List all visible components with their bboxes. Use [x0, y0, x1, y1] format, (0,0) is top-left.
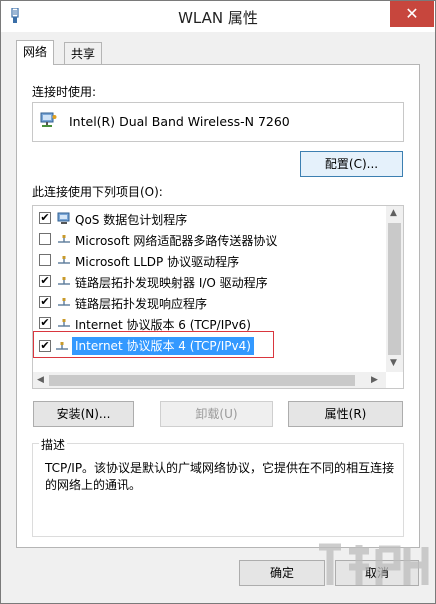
network-adapter-icon [40, 112, 57, 127]
scroll-right-icon[interactable]: ▶ [371, 375, 378, 385]
tab-network[interactable]: 网络 [16, 40, 55, 65]
list-item-label: Microsoft LLDP 协议驱动程序 [75, 255, 240, 269]
items-section-label: 此连接使用下列项目(O): [32, 185, 163, 199]
checkbox[interactable] [39, 233, 51, 245]
checkbox[interactable]: ✔ [39, 296, 51, 308]
list-item[interactable]: ✔ 链路层拓扑发现响应程序 [33, 292, 383, 313]
adapter-box: Intel(R) Dual Band Wireless-N 7260 [32, 102, 404, 142]
list-item[interactable]: Microsoft LLDP 协议驱动程序 [33, 250, 383, 271]
protocol-icon [58, 235, 70, 243]
qos-scheduler-icon [57, 212, 70, 224]
checkbox[interactable]: ✔ [39, 275, 51, 287]
checkbox[interactable] [39, 254, 51, 266]
list-item-label: 链路层拓扑发现响应程序 [75, 297, 208, 311]
watermark-logo [319, 543, 429, 585]
properties-window: WLAN 属性 ✕ 网络 共享 连接时使用: Intel(R) Dual Ban… [0, 0, 436, 604]
list-item[interactable]: ✔ 链路层拓扑发现映射器 I/O 驱动程序 [33, 271, 383, 292]
highlight-outline [33, 331, 274, 358]
window-title: WLAN 属性 [178, 9, 258, 27]
list-item-label: QoS 数据包计划程序 [75, 213, 188, 227]
scroll-up-icon[interactable]: ▲ [390, 208, 397, 218]
close-button[interactable]: ✕ [390, 1, 434, 27]
title-bar[interactable]: WLAN 属性 ✕ [1, 1, 435, 32]
list-item[interactable]: ✔ QoS 数据包计划程序 [33, 208, 383, 229]
list-item[interactable]: Microsoft 网络适配器多路传送器协议 [33, 229, 383, 250]
connect-using-label: 连接时使用: [32, 85, 97, 99]
scroll-down-icon[interactable]: ▼ [390, 358, 397, 368]
components-list[interactable]: ✔ QoS 数据包计划程序 Microsoft 网络适配器多路传送器协议 Mic… [32, 205, 404, 389]
uninstall-button[interactable]: 卸载(U) [160, 401, 273, 427]
adapter-name: Intel(R) Dual Band Wireless-N 7260 [69, 114, 290, 129]
description-title: 描述 [39, 436, 68, 453]
protocol-icon [58, 298, 70, 306]
list-item-label: Microsoft 网络适配器多路传送器协议 [75, 234, 278, 248]
vertical-scrollbar[interactable]: ▲ ▼ [386, 206, 403, 372]
protocol-icon [58, 319, 70, 327]
protocol-icon [58, 277, 70, 285]
configure-button[interactable]: 配置(C)... [300, 151, 403, 177]
scroll-left-icon[interactable]: ◀ [37, 375, 44, 385]
checkbox[interactable]: ✔ [39, 317, 51, 329]
vertical-scroll-thumb[interactable] [388, 223, 401, 355]
horizontal-scrollbar[interactable]: ◀ ▶ [33, 372, 386, 388]
tab-sharing[interactable]: 共享 [64, 42, 103, 66]
install-button[interactable]: 安装(N)... [33, 401, 134, 427]
list-item-label: 链路层拓扑发现映射器 I/O 驱动程序 [75, 276, 268, 290]
properties-button[interactable]: 属性(R) [288, 401, 403, 427]
description-text: TCP/IP。该协议是默认的广域网络协议，它提供在不同的相互连接的网络上的通讯。 [45, 461, 395, 492]
protocol-icon [58, 256, 70, 264]
checkbox[interactable]: ✔ [39, 212, 51, 224]
horizontal-scroll-thumb[interactable] [49, 375, 355, 386]
